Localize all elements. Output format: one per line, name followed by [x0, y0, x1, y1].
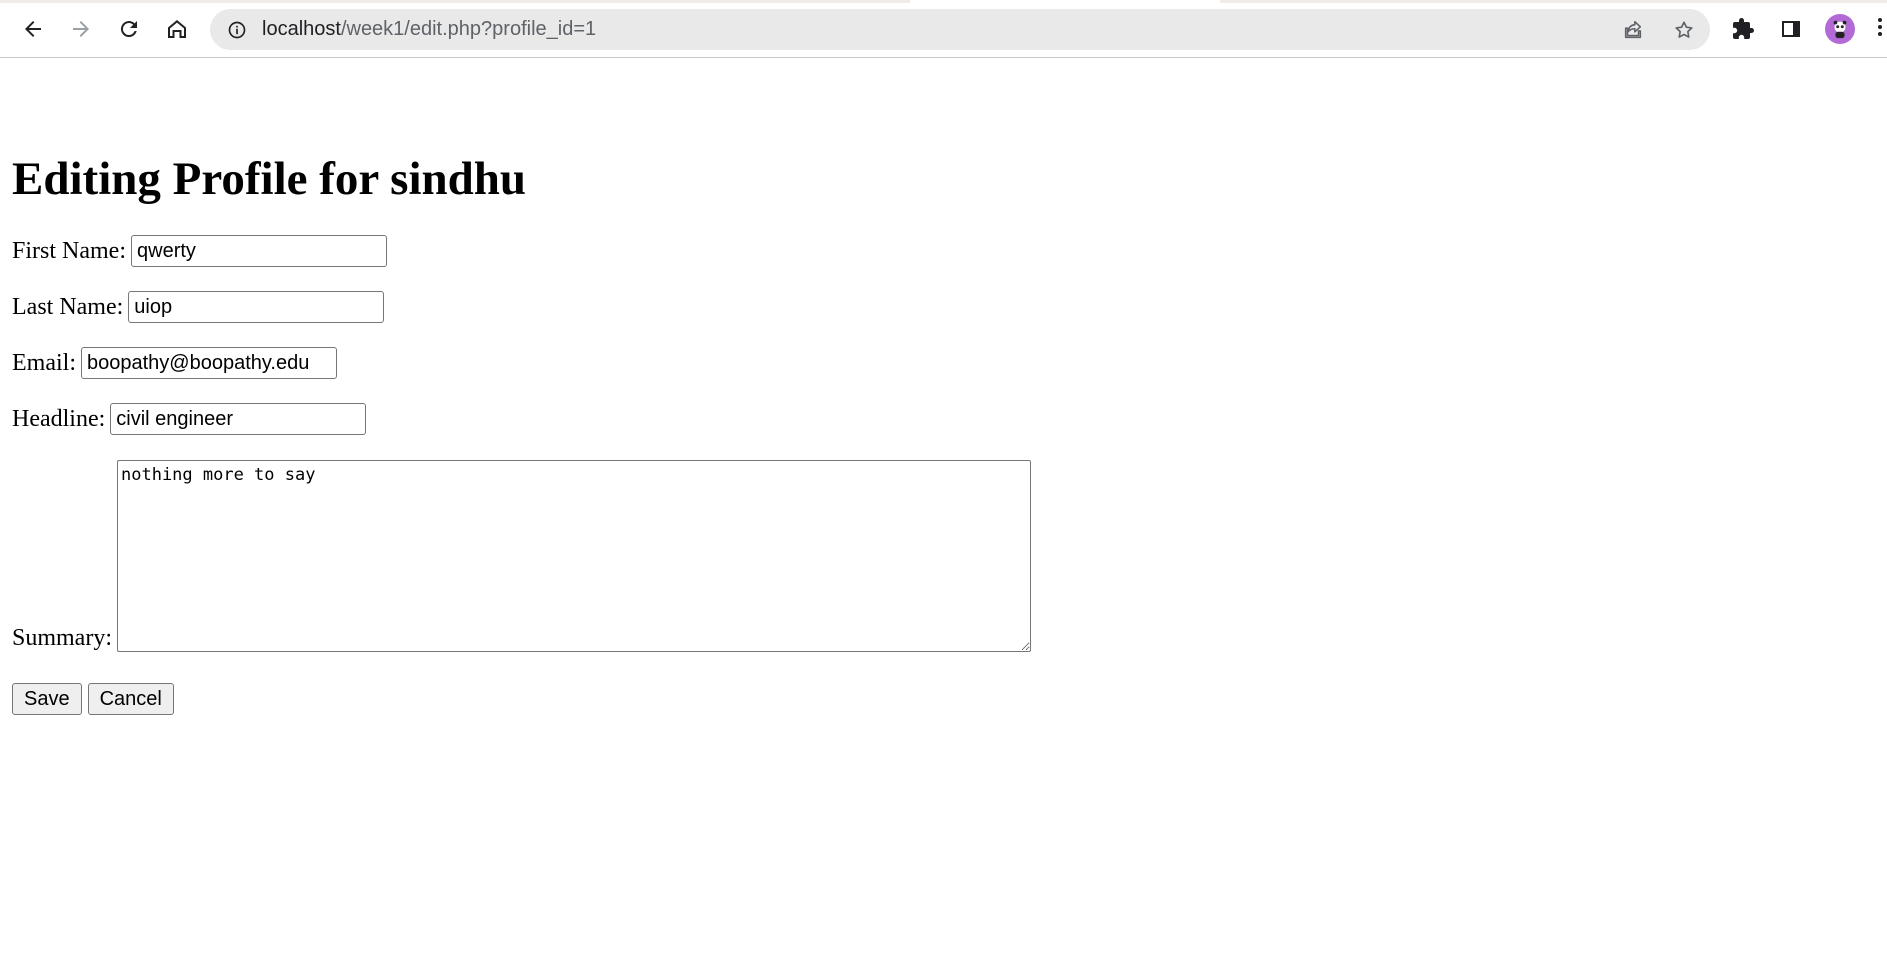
first-name-label: First Name:: [12, 237, 126, 264]
browser-toolbar: localhost/week1/edit.php?profile_id=1: [0, 0, 1887, 58]
kebab-menu-icon[interactable]: [1876, 18, 1887, 42]
last-name-input[interactable]: [128, 291, 385, 323]
cancel-button[interactable]: Cancel: [87, 683, 174, 715]
address-bar[interactable]: localhost/week1/edit.php?profile_id=1: [210, 9, 1710, 50]
save-button[interactable]: Save: [12, 683, 82, 715]
back-arrow-icon[interactable]: [17, 13, 49, 45]
side-panel-icon[interactable]: [1775, 13, 1807, 45]
share-icon[interactable]: [1620, 17, 1646, 43]
form-buttons: Save Cancel: [12, 683, 174, 715]
email-label: Email:: [12, 349, 76, 376]
page-title: Editing Profile for sindhu: [12, 153, 527, 205]
url-path: /week1/edit.php?profile_id=1: [340, 18, 597, 40]
forward-arrow-icon[interactable]: [65, 13, 97, 45]
headline-input[interactable]: [110, 403, 367, 435]
url-host: localhost: [262, 18, 341, 40]
headline-row: Headline:: [12, 403, 367, 435]
tab-strip-edge: [0, 0, 1887, 3]
summary-textarea[interactable]: nothing more to say: [117, 460, 1031, 652]
puzzle-icon[interactable]: [1727, 13, 1759, 45]
home-icon[interactable]: [161, 13, 193, 45]
summary-label: Summary:: [12, 625, 112, 651]
email-row: Email:: [12, 347, 337, 379]
star-icon[interactable]: [1671, 17, 1697, 43]
avatar-icon[interactable]: [1825, 14, 1855, 44]
headline-label: Headline:: [12, 405, 106, 432]
info-icon[interactable]: [226, 19, 248, 41]
reload-icon[interactable]: [113, 13, 145, 45]
email-input[interactable]: [80, 347, 337, 379]
last-name-row: Last Name:: [12, 291, 385, 323]
last-name-label: Last Name:: [12, 293, 124, 320]
summary-row: Summary: nothing more to say: [12, 460, 1031, 652]
first-name-row: First Name:: [12, 235, 387, 267]
url-text[interactable]: localhost/week1/edit.php?profile_id=1: [262, 9, 596, 50]
first-name-input[interactable]: [131, 235, 387, 267]
